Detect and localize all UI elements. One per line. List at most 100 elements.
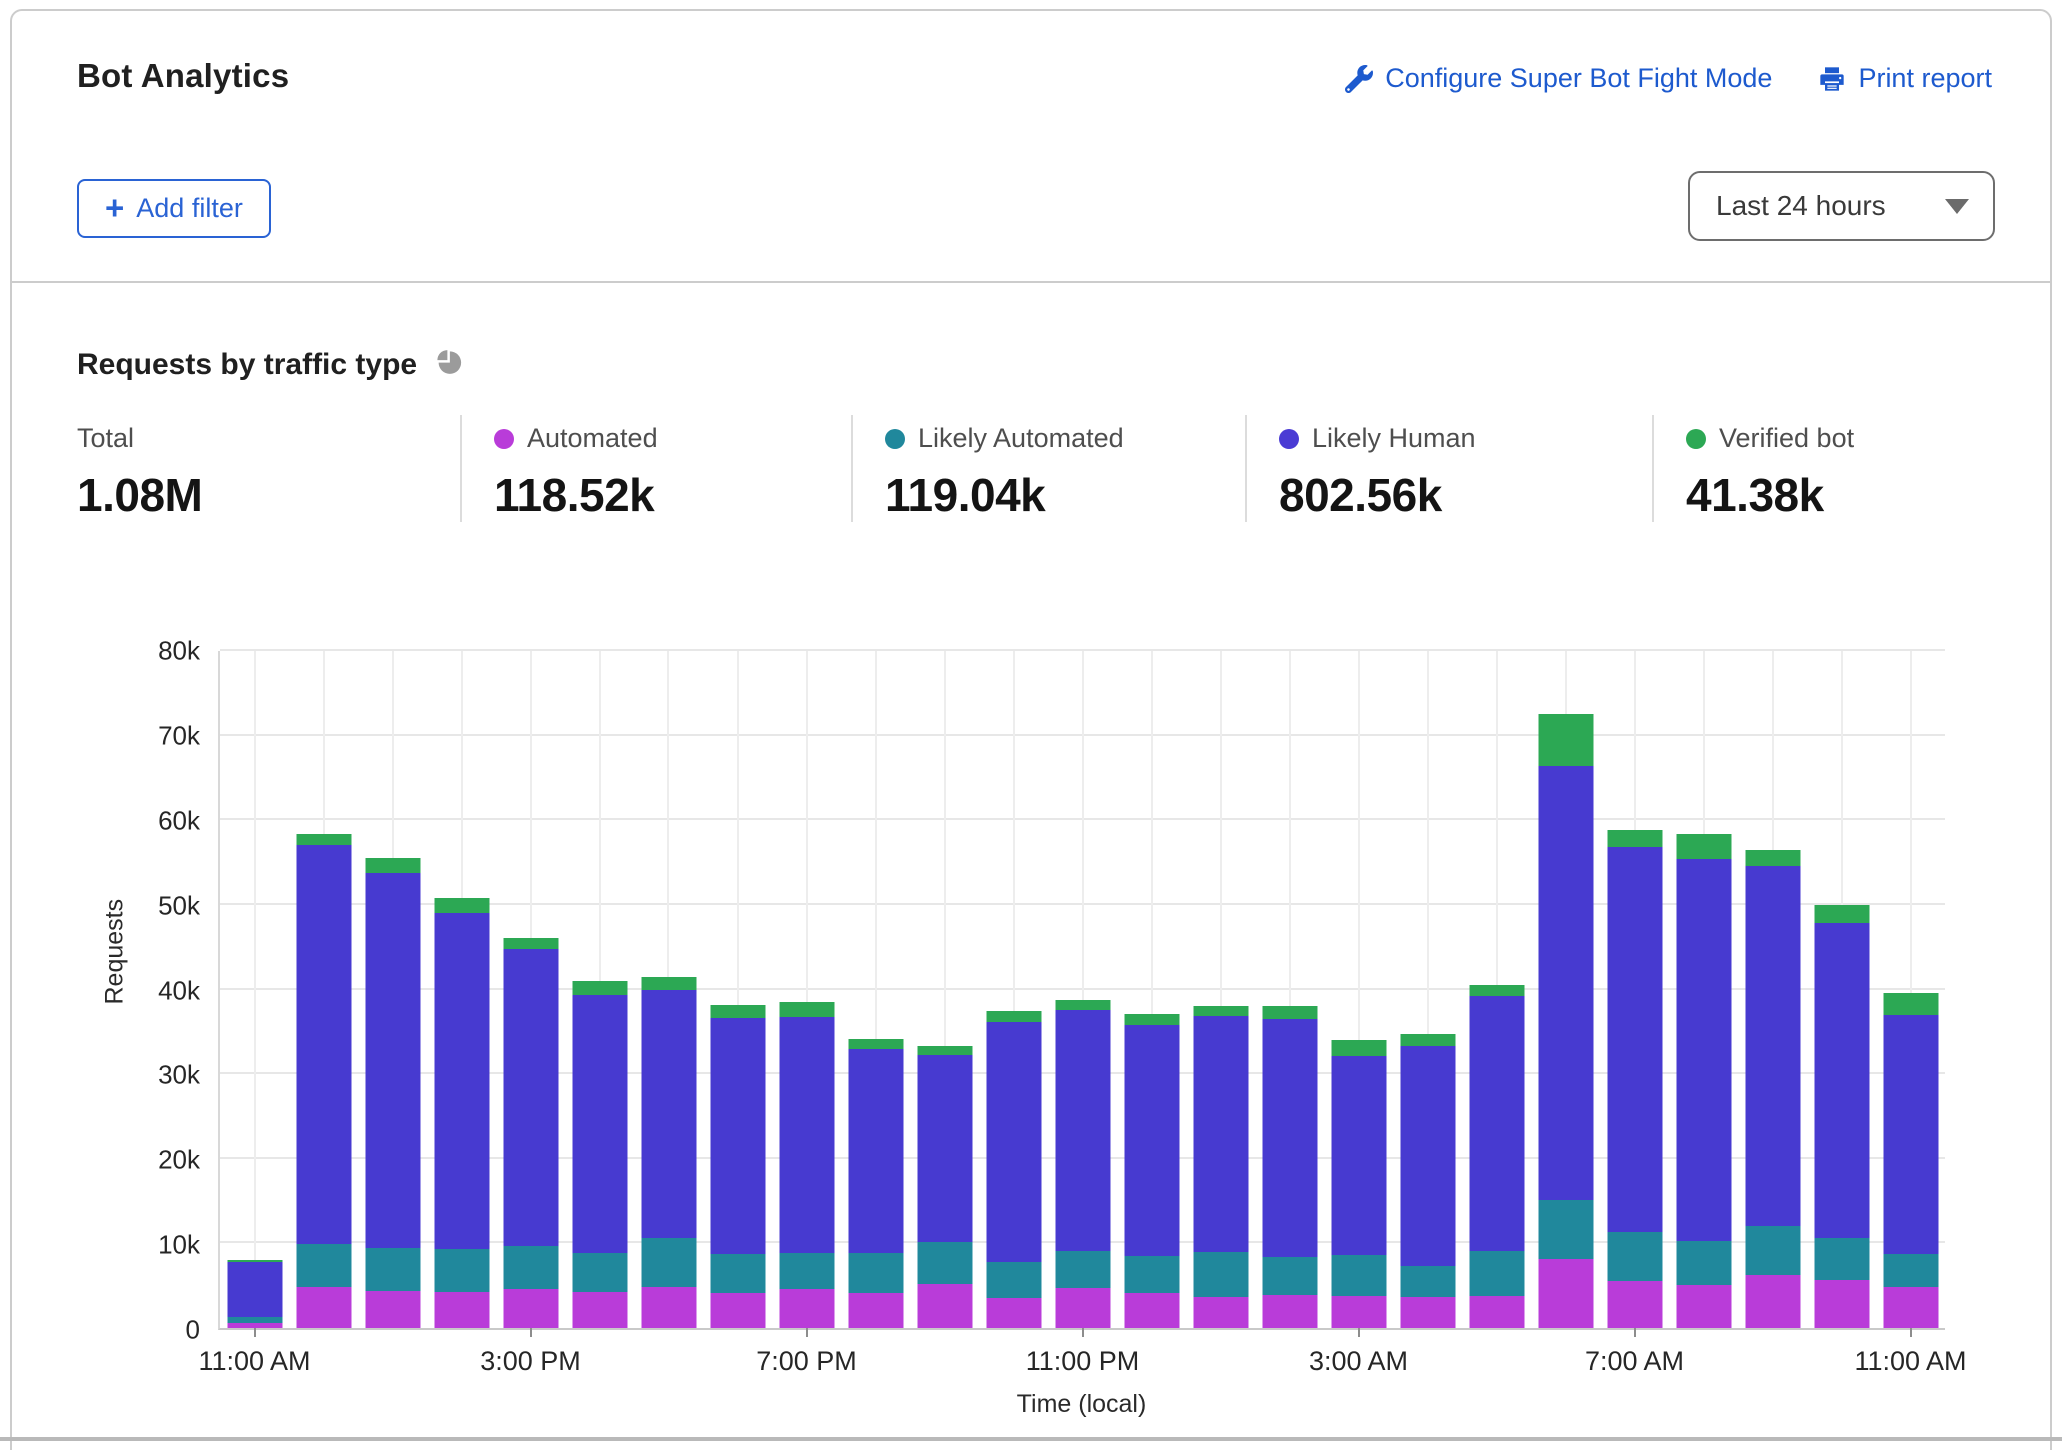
- bar-segment[interactable]: [1124, 1256, 1179, 1293]
- time-range-select[interactable]: Last 24 hours: [1688, 171, 1995, 241]
- bar-segment[interactable]: [1883, 1287, 1938, 1328]
- bar-segment[interactable]: [986, 1011, 1041, 1022]
- bar-segment[interactable]: [710, 1293, 765, 1328]
- bar-segment[interactable]: [1745, 850, 1800, 866]
- bar-segment[interactable]: [641, 990, 696, 1238]
- bar-segment[interactable]: [1745, 1275, 1800, 1328]
- bar-segment[interactable]: [986, 1262, 1041, 1298]
- bar-segment[interactable]: [365, 873, 420, 1248]
- bar-segment[interactable]: [710, 1005, 765, 1019]
- bar-segment[interactable]: [1676, 834, 1731, 859]
- bar-segment[interactable]: [1055, 1251, 1110, 1288]
- bar-segment[interactable]: [641, 1238, 696, 1287]
- bar-segment[interactable]: [434, 1292, 489, 1328]
- bar-segment[interactable]: [227, 1262, 282, 1317]
- bar-segment[interactable]: [1469, 985, 1524, 996]
- bar-segment[interactable]: [1124, 1025, 1179, 1256]
- bar-segment[interactable]: [1607, 1232, 1662, 1281]
- bar-segment[interactable]: [1607, 1281, 1662, 1328]
- bar-segment[interactable]: [503, 1289, 558, 1328]
- bar-segment[interactable]: [1193, 1016, 1248, 1252]
- bar-segment[interactable]: [572, 1292, 627, 1328]
- bar-segment[interactable]: [296, 845, 351, 1244]
- bar-segment[interactable]: [1193, 1297, 1248, 1328]
- bar-segment[interactable]: [641, 1287, 696, 1328]
- bar-segment[interactable]: [779, 1253, 834, 1289]
- bar-segment[interactable]: [779, 1002, 834, 1016]
- bar-segment[interactable]: [1055, 1010, 1110, 1251]
- bar-segment[interactable]: [572, 995, 627, 1253]
- bar-segment[interactable]: [779, 1017, 834, 1253]
- bar-segment[interactable]: [572, 1253, 627, 1293]
- bar-segment[interactable]: [1607, 847, 1662, 1233]
- bar-segment[interactable]: [503, 938, 558, 949]
- bar-segment[interactable]: [1814, 1238, 1869, 1279]
- bar-segment[interactable]: [1883, 1254, 1938, 1287]
- bar-segment[interactable]: [1883, 1015, 1938, 1254]
- bar-segment[interactable]: [1676, 1285, 1731, 1328]
- bar-segment[interactable]: [434, 913, 489, 1249]
- bar-segment[interactable]: [1607, 830, 1662, 847]
- bar-segment[interactable]: [1538, 1200, 1593, 1258]
- bar-segment[interactable]: [1814, 923, 1869, 1239]
- bar-segment[interactable]: [1469, 996, 1524, 1251]
- bar-segment[interactable]: [1262, 1006, 1317, 1019]
- bar-segment[interactable]: [1676, 859, 1731, 1241]
- bar-segment[interactable]: [1055, 1000, 1110, 1010]
- bar-segment[interactable]: [1538, 1259, 1593, 1328]
- bar-segment[interactable]: [1262, 1019, 1317, 1257]
- bar-segment[interactable]: [365, 1291, 420, 1328]
- bar-segment[interactable]: [296, 1244, 351, 1286]
- bar-segment[interactable]: [365, 858, 420, 872]
- bar-segment[interactable]: [1469, 1251, 1524, 1296]
- bar-segment[interactable]: [365, 1248, 420, 1291]
- bar-segment[interactable]: [1262, 1295, 1317, 1328]
- bar-segment[interactable]: [1538, 766, 1593, 1200]
- bar-segment[interactable]: [1055, 1288, 1110, 1328]
- bar-segment[interactable]: [917, 1055, 972, 1242]
- bar-segment[interactable]: [1400, 1266, 1455, 1296]
- bar-segment[interactable]: [1193, 1252, 1248, 1297]
- bar-segment[interactable]: [1745, 1226, 1800, 1275]
- bar-segment[interactable]: [1331, 1056, 1386, 1256]
- bar-segment[interactable]: [1814, 1280, 1869, 1328]
- bar-segment[interactable]: [1331, 1296, 1386, 1328]
- bar-segment[interactable]: [1400, 1034, 1455, 1046]
- bar-segment[interactable]: [503, 1246, 558, 1289]
- bar-segment[interactable]: [296, 1287, 351, 1328]
- bar-segment[interactable]: [848, 1253, 903, 1294]
- bar-segment[interactable]: [1469, 1296, 1524, 1328]
- bar-segment[interactable]: [1124, 1014, 1179, 1025]
- bar-segment[interactable]: [434, 1249, 489, 1292]
- bar-segment[interactable]: [1331, 1255, 1386, 1296]
- bar-segment[interactable]: [710, 1254, 765, 1293]
- bar-segment[interactable]: [917, 1242, 972, 1284]
- bar-segment[interactable]: [1676, 1241, 1731, 1285]
- bar-segment[interactable]: [848, 1039, 903, 1049]
- bar-segment[interactable]: [917, 1284, 972, 1328]
- bar-segment[interactable]: [434, 898, 489, 913]
- bar-segment[interactable]: [641, 977, 696, 991]
- bar-segment[interactable]: [1400, 1297, 1455, 1328]
- bar-segment[interactable]: [848, 1049, 903, 1253]
- bar-segment[interactable]: [1124, 1293, 1179, 1328]
- bar-segment[interactable]: [1400, 1046, 1455, 1266]
- bar-segment[interactable]: [848, 1293, 903, 1328]
- bar-segment[interactable]: [296, 834, 351, 845]
- bar-segment[interactable]: [1262, 1257, 1317, 1295]
- bar-segment[interactable]: [986, 1298, 1041, 1328]
- configure-super-bot-fight-mode-link[interactable]: Configure Super Bot Fight Mode: [1345, 63, 1772, 94]
- bar-segment[interactable]: [917, 1046, 972, 1054]
- add-filter-button[interactable]: + Add filter: [77, 179, 271, 238]
- bar-segment[interactable]: [1193, 1006, 1248, 1015]
- bar-segment[interactable]: [1331, 1040, 1386, 1055]
- bar-segment[interactable]: [986, 1022, 1041, 1262]
- bar-segment[interactable]: [1814, 905, 1869, 923]
- bar-segment[interactable]: [1538, 714, 1593, 766]
- print-report-link[interactable]: Print report: [1818, 63, 1992, 94]
- bar-segment[interactable]: [779, 1289, 834, 1328]
- bar-segment[interactable]: [503, 949, 558, 1246]
- bar-segment[interactable]: [710, 1018, 765, 1254]
- bar-segment[interactable]: [1883, 993, 1938, 1015]
- bar-segment[interactable]: [572, 981, 627, 995]
